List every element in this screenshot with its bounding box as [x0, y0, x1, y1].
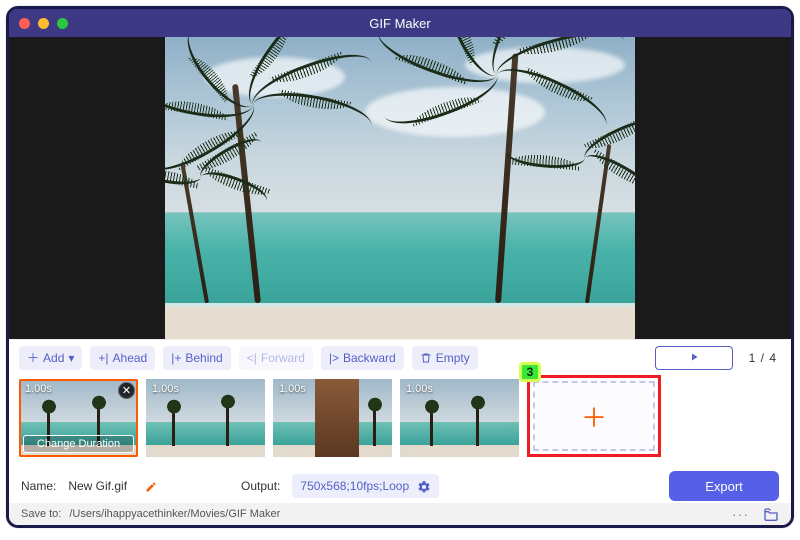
gear-icon — [417, 478, 431, 494]
frame-thumb-3[interactable]: 1.00s — [273, 379, 392, 457]
ahead-button[interactable]: +| Ahead — [90, 346, 155, 370]
frame-counter: 1 / 4 — [749, 351, 777, 365]
insert-behind-icon: |+ — [171, 351, 181, 365]
pencil-icon — [145, 479, 157, 493]
preview-image — [165, 37, 635, 339]
frame-thumb-1[interactable]: 1.00s ✕ Change Duration — [19, 379, 138, 457]
window-title: GIF Maker — [9, 16, 791, 31]
save-row: Save to: /Users/ihappyacethinker/Movies/… — [9, 503, 791, 525]
ahead-label: Ahead — [113, 351, 148, 365]
chevron-down-icon: ▾ — [68, 351, 74, 365]
export-button[interactable]: Export — [669, 471, 779, 501]
behind-label: Behind — [185, 351, 222, 365]
toolbar: ＋ Add ▾ +| Ahead |+ Behind <| Forward |>… — [9, 339, 791, 375]
export-label: Export — [705, 479, 743, 494]
save-path: /Users/ihappyacethinker/Movies/GIF Maker — [69, 508, 280, 520]
app-window: GIF Maker — [6, 6, 794, 528]
thumb-duration: 1.00s — [406, 383, 433, 395]
backward-label: Backward — [343, 351, 396, 365]
insert-ahead-icon: +| — [98, 351, 108, 365]
play-icon — [688, 349, 700, 367]
output-row: Name: New Gif.gif Output: 750x568;10fps;… — [9, 469, 791, 503]
output-label: Output: — [241, 479, 280, 493]
name-label: Name: — [21, 479, 56, 493]
change-duration-label: Change Duration — [37, 438, 120, 450]
frame-thumb-2[interactable]: 1.00s — [146, 379, 265, 457]
change-duration-button[interactable]: Change Duration — [23, 435, 134, 453]
empty-button[interactable]: Empty — [412, 346, 478, 370]
arrow-right-bar-icon: |> — [329, 351, 339, 365]
preview-area — [9, 37, 791, 339]
add-button[interactable]: ＋ Add ▾ — [19, 346, 82, 370]
name-value: New Gif.gif — [68, 479, 127, 493]
close-icon: ✕ — [122, 384, 131, 397]
thumb-duration: 1.00s — [279, 383, 306, 395]
output-settings-button[interactable]: 750x568;10fps;Loop — [292, 474, 439, 498]
folder-open-icon — [763, 505, 779, 521]
open-folder-button[interactable] — [763, 505, 779, 522]
ellipsis-icon: ··· — [732, 506, 749, 522]
arrow-left-bar-icon: <| — [247, 351, 257, 365]
plus-icon: ＋ — [27, 349, 39, 366]
remove-frame-button[interactable]: ✕ — [118, 382, 135, 399]
add-frame-slot[interactable]: 3 ＋ — [527, 375, 661, 457]
play-button[interactable] — [655, 346, 733, 370]
plus-icon: ＋ — [581, 398, 607, 435]
titlebar: GIF Maker — [9, 9, 791, 37]
thumb-duration: 1.00s — [25, 383, 52, 395]
forward-button[interactable]: <| Forward — [239, 346, 313, 370]
save-label: Save to: — [21, 508, 61, 520]
callout-badge: 3 — [519, 362, 541, 382]
empty-label: Empty — [436, 351, 470, 365]
backward-button[interactable]: |> Backward — [321, 346, 404, 370]
filmstrip: 1.00s ✕ Change Duration 1.00s 1.00s 1.00… — [9, 375, 791, 469]
trash-icon — [420, 351, 432, 365]
total-frames: 4 — [769, 351, 777, 365]
add-label: Add — [43, 351, 64, 365]
forward-label: Forward — [261, 351, 305, 365]
edit-name-button[interactable] — [145, 479, 157, 493]
browse-path-button[interactable]: ··· — [732, 506, 749, 522]
output-value: 750x568;10fps;Loop — [300, 479, 409, 493]
thumb-duration: 1.00s — [152, 383, 179, 395]
behind-button[interactable]: |+ Behind — [163, 346, 231, 370]
frame-thumb-4[interactable]: 1.00s — [400, 379, 519, 457]
